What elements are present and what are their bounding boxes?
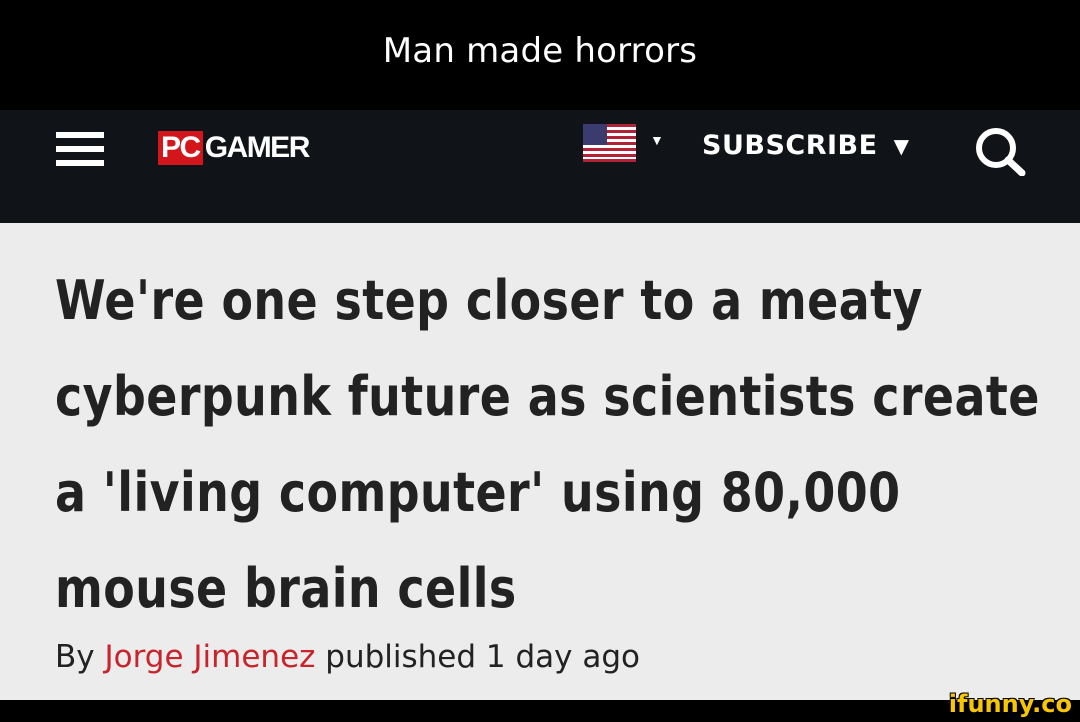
article: We're one step closer to a meaty cyberpu… [0, 223, 1080, 700]
subscribe-button[interactable]: SUBSCRIBE ▼ [702, 130, 909, 161]
byline-prefix: By [55, 639, 95, 675]
hamburger-menu-icon[interactable] [56, 132, 104, 166]
logo-pc: PC [158, 131, 203, 165]
caption-bar: Man made horrors [0, 0, 1080, 110]
ifunny-watermark: ifunny.co [948, 690, 1072, 718]
search-icon[interactable] [972, 126, 1030, 176]
subscribe-label: SUBSCRIBE [702, 130, 878, 161]
footer-strip [0, 700, 1080, 722]
logo-gamer: GAMER [204, 131, 311, 164]
meme-caption: Man made horrors [382, 31, 698, 71]
pc-gamer-logo[interactable]: PC GAMER [158, 131, 311, 165]
byline: By Jorge Jimenez published 1 day ago [55, 639, 640, 675]
publish-date: published 1 day ago [325, 639, 641, 675]
article-headline[interactable]: We're one step closer to a meaty cyberpu… [55, 253, 1050, 637]
subscribe-caret-icon: ▼ [893, 133, 910, 158]
region-dropdown-caret-icon[interactable]: ▼ [650, 132, 664, 148]
us-flag-icon[interactable] [583, 124, 636, 162]
author-link[interactable]: Jorge Jimenez [104, 639, 315, 675]
site-header: PC GAMER ▼ SUBSCRIBE ▼ [0, 110, 1080, 223]
